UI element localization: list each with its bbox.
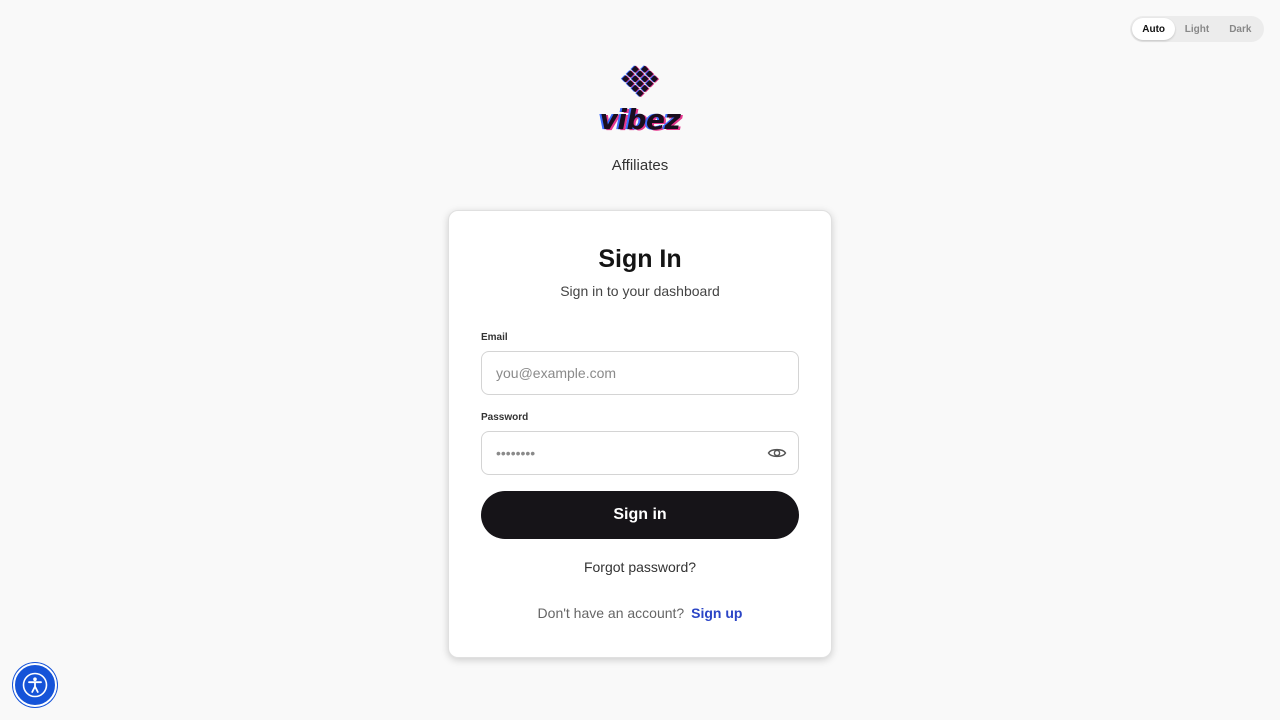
email-field[interactable] (481, 351, 799, 395)
theme-toggle: Auto Light Dark (1130, 16, 1264, 42)
theme-option-light[interactable]: Light (1175, 18, 1218, 40)
signup-row: Don't have an account? Sign up (449, 605, 831, 621)
signin-card: Sign In Sign in to your dashboard Email … (448, 210, 832, 658)
no-account-text: Don't have an account? (537, 605, 685, 621)
accessibility-button[interactable] (13, 663, 57, 707)
page-title: Sign In (598, 245, 682, 273)
sign-in-button[interactable]: Sign in (481, 491, 799, 539)
sign-up-link[interactable]: Sign up (691, 605, 742, 621)
password-field[interactable] (481, 431, 799, 475)
forgot-password-row: Forgot password? (449, 559, 831, 575)
page-subtitle: Sign in to your dashboard (560, 283, 720, 299)
email-label: Email (481, 332, 508, 343)
theme-option-auto[interactable]: Auto (1132, 18, 1176, 40)
accessibility-icon (22, 672, 48, 698)
brand-logo-text: vibez (599, 103, 681, 136)
password-label: Password (481, 412, 529, 423)
eye-icon[interactable] (767, 445, 787, 461)
forgot-password-link[interactable]: Forgot password? (584, 559, 696, 575)
brand-subtitle: Affiliates (611, 157, 669, 174)
theme-option-dark[interactable]: Dark (1219, 18, 1262, 40)
